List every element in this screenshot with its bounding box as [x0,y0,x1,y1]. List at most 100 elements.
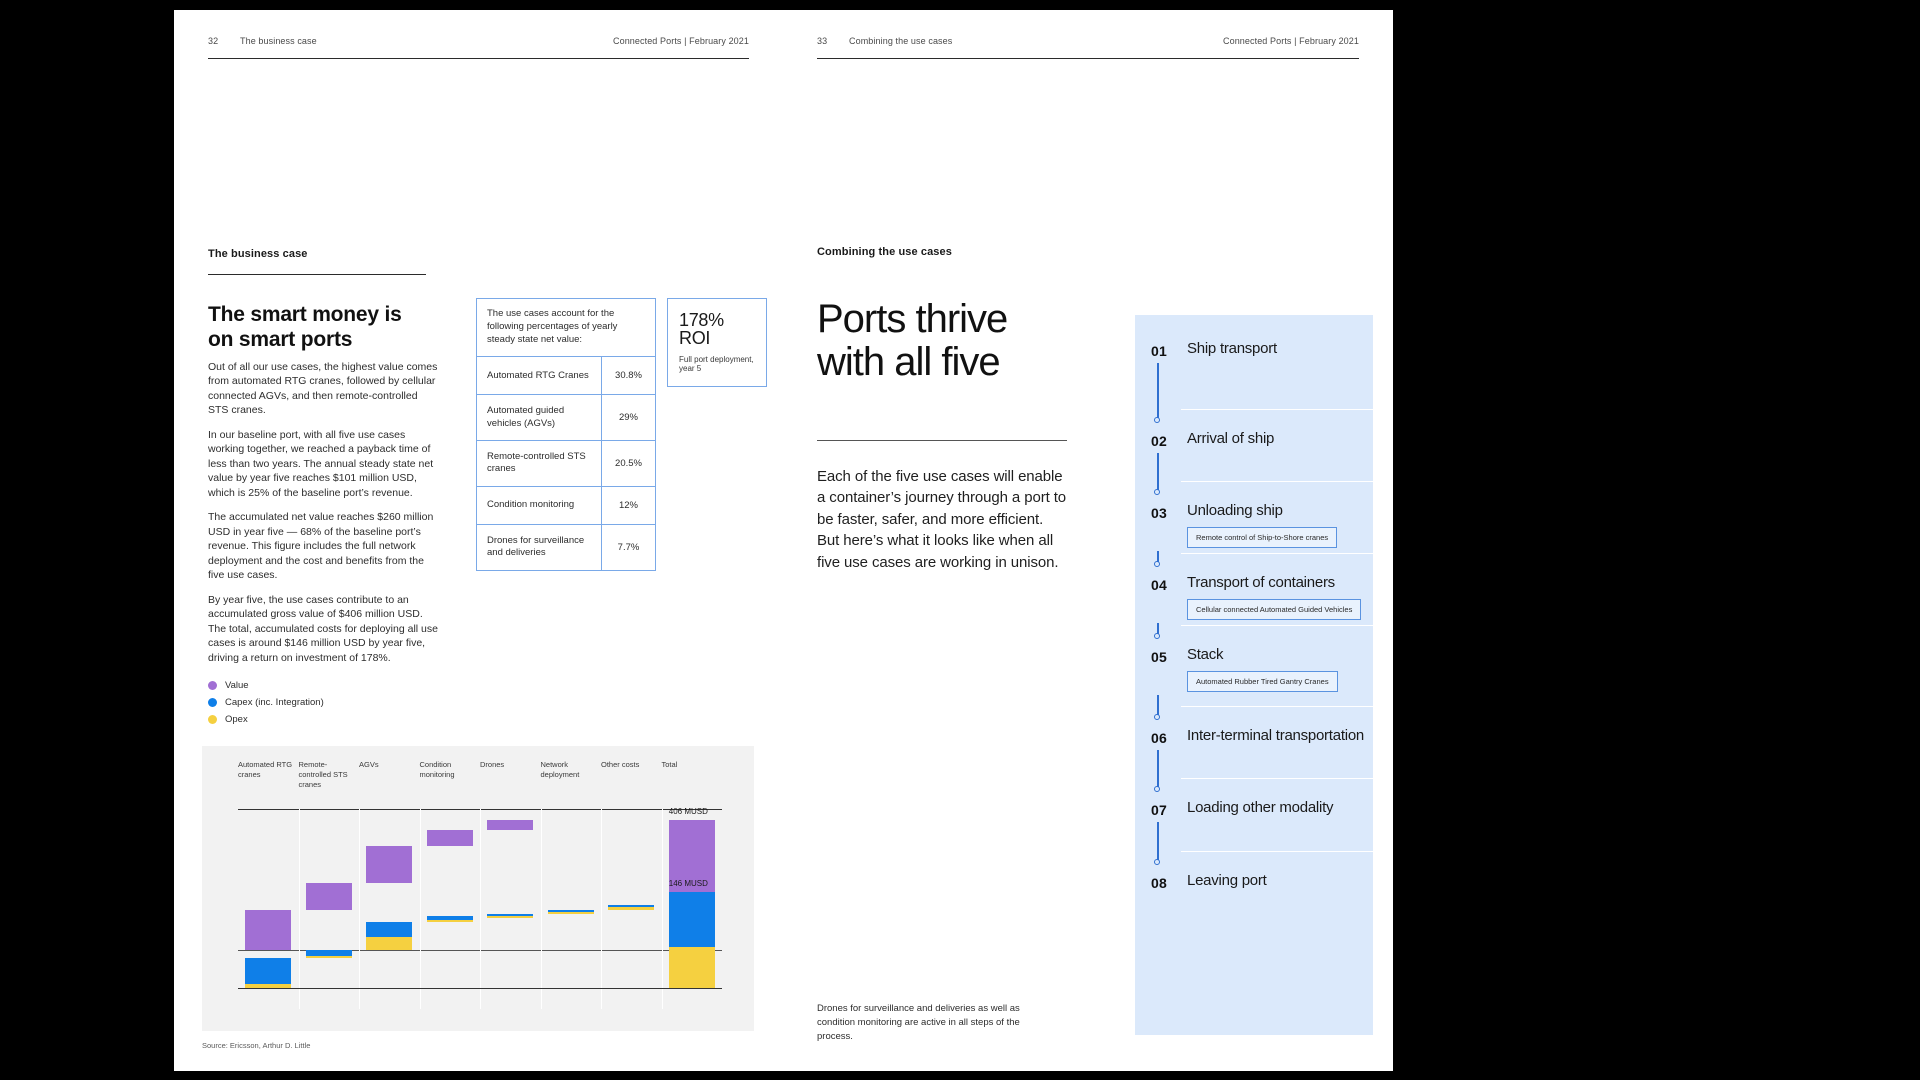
table-cell-label: Remote-controlled STS cranes [477,441,602,486]
chart-gridline [601,809,602,1009]
left-body-copy: Out of all our use cases, the highest va… [208,360,440,675]
step-divider [1181,778,1373,779]
step-connector-line [1157,453,1159,491]
chart-category-label: Network deployment [540,760,580,780]
right-header-section: Combining the use cases [849,36,953,46]
right-section-kicker: Combining the use cases [817,246,952,258]
step-connector-endpoint-icon [1154,714,1160,720]
chart-capex-bar [668,892,715,948]
process-steps-panel: 01 Ship transport 02 Arrival of ship 03 Unloa… [1135,315,1373,1035]
roi-value: 178% ROI [679,310,724,348]
left-page: 32 The business case Connected Ports | F… [174,10,783,1071]
step-label: Ship transport [1187,340,1277,357]
legend-item: Opex [208,714,438,725]
step-divider [1181,851,1373,852]
table-cell-value: 30.8% [615,370,642,382]
step-number: 08 [1151,875,1167,891]
table-cell-value: 7.7% [617,541,640,553]
chart-value-bar [366,845,413,884]
left-title-hairline [208,274,426,275]
chart-category-label: Condition monitoring [419,760,455,780]
step-connector-line [1157,750,1159,788]
roi-card: 178% ROI Full port deployment, year 5 [667,298,767,387]
chart-gridline [419,809,421,1009]
chart-category-label: Other costs [601,760,640,769]
chart-legend: Value Capex (inc. Integration) Opex [208,680,438,731]
step-divider [1181,706,1373,707]
step-connector-endpoint-icon [1154,489,1160,495]
step-divider [1181,625,1373,626]
step-divider [1181,481,1373,482]
chart-value-bar [487,820,534,830]
chart-opex-bar [426,919,473,923]
table-cell-label: Condition monitoring [477,486,602,524]
step-label: Loading other modality [1187,799,1334,816]
right-header-doc-label: Connected Ports | February 2021 [1222,36,1359,46]
chart-gridline [359,809,360,1009]
step-callout[interactable]: Cellular connected Automated Guided Vehi… [1187,599,1362,620]
chart-opex-bar [305,955,352,958]
chart-capex-bar [245,957,292,985]
left-running-header: 32 The business case Connected Ports | F… [208,36,749,58]
table-row: Automated guided vehicles (AGVs) 29% [477,395,655,442]
step-label: Leaving port [1187,872,1267,889]
step-connector-endpoint-icon [1154,786,1160,792]
table-cell-label: Automated RTG Cranes [477,357,602,395]
legend-label: Value [225,680,249,691]
step-label: Arrival of ship [1187,430,1275,447]
right-page-number: 33 [817,36,828,46]
right-headline-line1: Ports thrive [817,297,1008,341]
chart-capex-bar [366,922,413,937]
chart-category-labels: Automated RTG cranes Remote-controlled ST… [238,760,722,808]
step-number: 07 [1151,802,1167,818]
legend-swatch-icon [208,681,217,690]
step-divider [1181,409,1373,410]
step-connector-endpoint-icon [1154,859,1160,865]
left-paragraph-4: By year five, the use cases contribute t… [208,593,438,664]
chart-source: Source: Ericsson, Arthur D. Little [202,1041,311,1050]
waterfall-chart: Automated RTG cranes Remote-controlled ST… [202,746,754,1031]
step-number: 02 [1151,433,1167,449]
chart-category-label: AGVs [359,760,379,769]
step-number: 06 [1151,730,1167,746]
legend-swatch-icon [208,698,217,707]
step-connector-line [1157,822,1159,861]
step-connector-line [1157,363,1159,419]
roi-caption: Full port deployment, year 5 [679,355,754,373]
step-number: 01 [1151,343,1167,359]
step-label: Stack [1187,646,1224,663]
chart-total-value-label: 406 MUSD [668,807,708,816]
step-number: 05 [1151,649,1167,665]
chart-gridline [540,809,542,1009]
table-row: Automated RTG Cranes 30.8% [477,357,655,396]
table-cell-value: 20.5% [615,457,642,469]
chart-gridline [298,809,300,1009]
right-page: 33 Combining the use cases Connected Por… [783,10,1393,1071]
step-divider [1181,553,1373,554]
legend-item: Capex (inc. Integration) [208,697,438,708]
table-row: Condition monitoring 12% [477,486,655,525]
left-paragraph-2: In our baseline port, with all five use … [208,428,434,499]
chart-total-cost-label: 146 MUSD [668,879,708,888]
chart-gridline [661,809,663,1009]
step-connector-line [1157,695,1159,716]
right-footnote: Drones for surveillance and deliveries a… [817,1003,1020,1042]
left-paragraph-3: The accumulated net value reaches $260 m… [208,511,434,582]
chart-value-bar [305,883,352,910]
table-cell-value: 12% [618,499,638,511]
table-cell-label: Drones for surveillance and deliveries [477,524,602,570]
step-callout[interactable]: Automated Rubber Tired Gantry Cranes [1187,671,1338,692]
left-headline-line1: The smart money is [208,303,402,326]
step-callout[interactable]: Remote control of Ship-to-Shore cranes [1187,527,1338,548]
left-headline-line2: on smart ports [208,327,353,351]
right-headline: Ports thrive with all five [817,298,1117,384]
legend-label: Opex [225,714,248,725]
legend-swatch-icon [208,715,217,724]
left-section-kicker: The business case [208,248,308,260]
legend-item: Value [208,680,438,691]
chart-opex-bar [366,936,413,950]
left-header-section: The business case [240,36,317,46]
step-connector-endpoint-icon [1154,417,1160,423]
left-header-rule [208,58,749,59]
step-number: 04 [1151,577,1167,593]
